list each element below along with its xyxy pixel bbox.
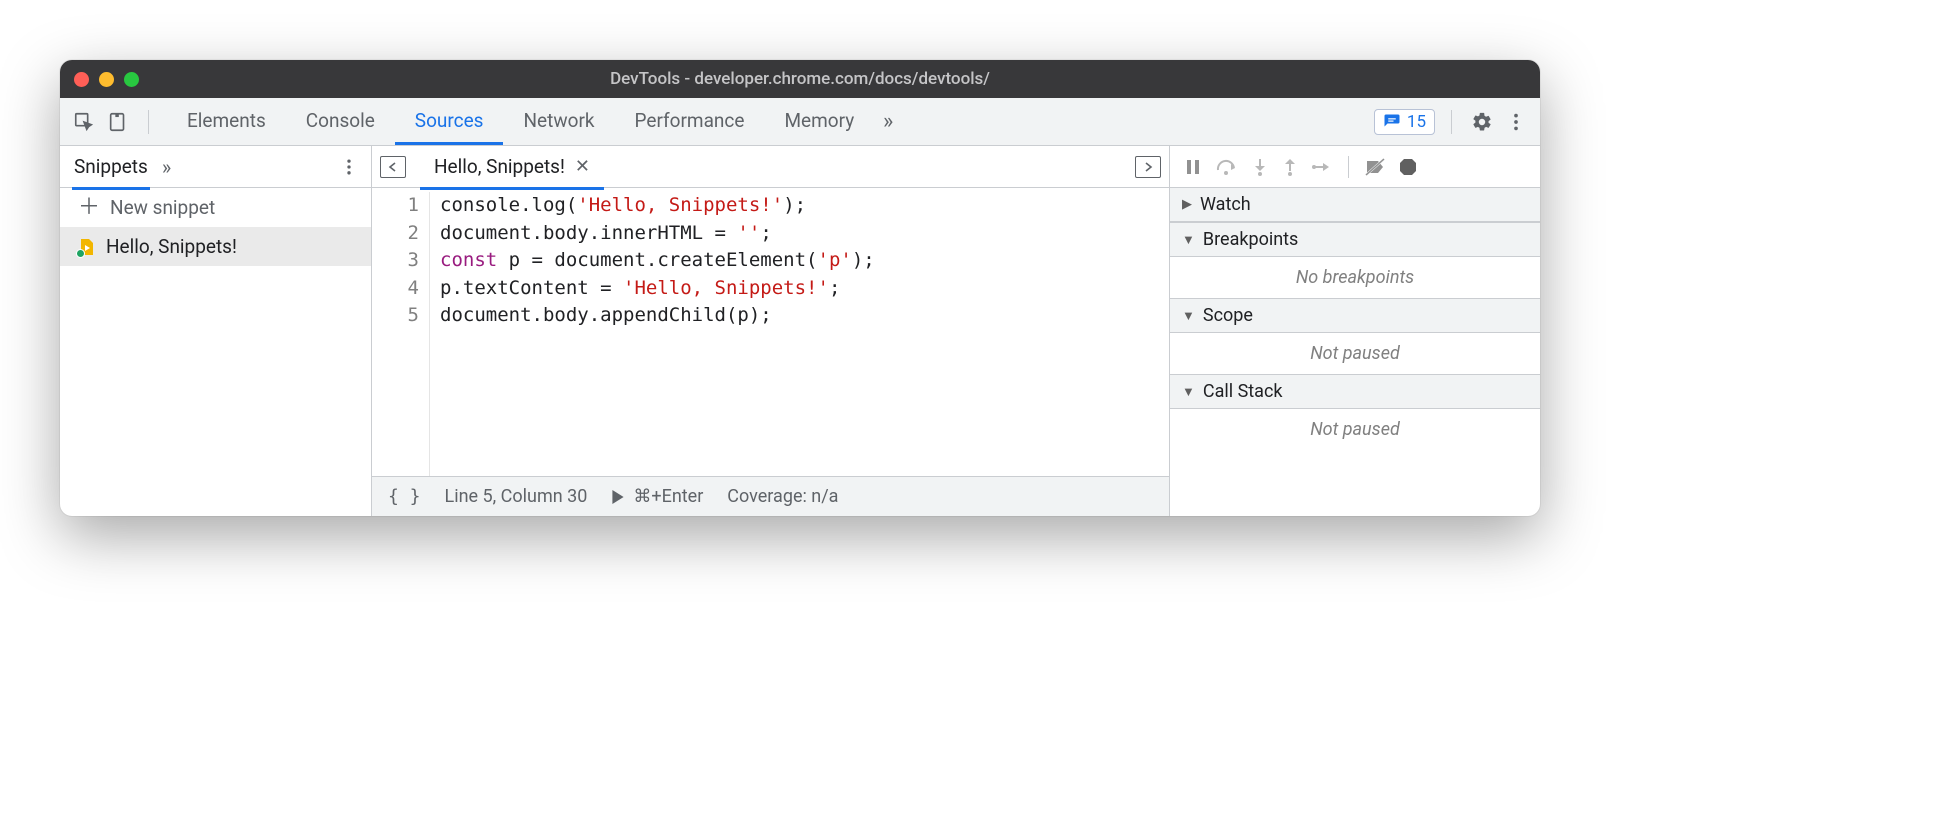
debugger-pane: ▶ Watch ▼ Breakpoints No breakpoints ▼ Scope No…: [1170, 146, 1540, 516]
window-title: DevTools - developer.chrome.com/docs/dev…: [60, 69, 1540, 89]
nav-prev-icon[interactable]: [380, 156, 406, 178]
titlebar: DevTools - developer.chrome.com/docs/dev…: [60, 60, 1540, 98]
plus-icon: ＋: [78, 197, 100, 219]
sidebar-kebab-icon[interactable]: [339, 157, 359, 177]
debugger-section-breakpoints[interactable]: ▼ Breakpoints: [1170, 222, 1540, 257]
close-window-button[interactable]: [74, 72, 89, 87]
editor-pane: Hello, Snippets! ✕ 12345 console.log('He…: [372, 146, 1170, 516]
section-label: Call Stack: [1203, 381, 1283, 402]
issues-icon: [1383, 113, 1401, 131]
minimize-window-button[interactable]: [99, 72, 114, 87]
section-body: Not paused: [1170, 333, 1540, 374]
format-code-icon[interactable]: { }: [388, 486, 421, 507]
panel-tab-sources[interactable]: Sources: [395, 98, 504, 145]
snippet-item[interactable]: Hello, Snippets!: [60, 227, 371, 266]
panel-tab-memory[interactable]: Memory: [764, 98, 874, 145]
editor-tabbar: Hello, Snippets! ✕: [372, 146, 1169, 188]
settings-icon[interactable]: [1468, 108, 1496, 136]
editor-file-tab[interactable]: Hello, Snippets! ✕: [420, 155, 604, 190]
run-snippet-button[interactable]: ⌘+Enter: [611, 486, 703, 507]
editor-statusbar: { } Line 5, Column 30 ⌘+Enter Coverage: …: [372, 476, 1169, 516]
issues-badge[interactable]: 15: [1374, 109, 1435, 135]
snippet-item-label: Hello, Snippets!: [106, 235, 237, 258]
panel-tab-elements[interactable]: Elements: [167, 98, 286, 145]
inspect-element-icon[interactable]: [70, 108, 98, 136]
snippets-tab[interactable]: Snippets: [72, 155, 150, 190]
cursor-position: Line 5, Column 30: [445, 486, 588, 507]
line-gutter: 12345: [372, 192, 430, 476]
code-content: console.log('Hello, Snippets!');document…: [430, 192, 875, 476]
devtools-window: DevTools - developer.chrome.com/docs/dev…: [60, 60, 1540, 516]
section-label: Scope: [1203, 305, 1253, 326]
triangle-down-icon: ▼: [1182, 308, 1195, 324]
main-toolbar: ElementsConsoleSourcesNetworkPerformance…: [60, 98, 1540, 146]
more-sidebar-tabs-icon[interactable]: »: [162, 155, 171, 179]
device-toolbar-icon[interactable]: [104, 108, 132, 136]
toolbar-divider: [148, 110, 149, 134]
step-out-icon[interactable]: [1282, 158, 1298, 176]
maximize-window-button[interactable]: [124, 72, 139, 87]
editor-tab-label: Hello, Snippets!: [434, 155, 565, 178]
new-snippet-label: New snippet: [110, 196, 215, 219]
triangle-down-icon: ▼: [1182, 384, 1195, 400]
sidebar-header: Snippets »: [60, 146, 371, 188]
panel-tabs: ElementsConsoleSourcesNetworkPerformance…: [167, 98, 874, 145]
code-editor[interactable]: 12345 console.log('Hello, Snippets!');do…: [372, 188, 1169, 476]
coverage-status: Coverage: n/a: [727, 486, 838, 507]
step-over-icon[interactable]: [1216, 158, 1238, 176]
step-into-icon[interactable]: [1252, 158, 1268, 176]
play-icon: [611, 490, 625, 504]
debugger-toolbar: [1170, 146, 1540, 188]
section-body: No breakpoints: [1170, 257, 1540, 298]
more-tabs-icon[interactable]: »: [874, 108, 902, 136]
panel-tab-network[interactable]: Network: [503, 98, 614, 145]
debugger-section-watch[interactable]: ▶ Watch: [1170, 188, 1540, 222]
debugger-section-call-stack[interactable]: ▼ Call Stack: [1170, 374, 1540, 409]
toolbar-divider: [1451, 110, 1452, 134]
debugger-section-scope[interactable]: ▼ Scope: [1170, 298, 1540, 333]
pause-icon[interactable]: [1184, 158, 1202, 176]
triangle-down-icon: ▼: [1182, 232, 1195, 248]
panel-tab-performance[interactable]: Performance: [615, 98, 765, 145]
section-label: Breakpoints: [1203, 229, 1298, 250]
panel-tab-console[interactable]: Console: [286, 98, 395, 145]
section-label: Watch: [1200, 194, 1251, 215]
step-icon[interactable]: [1312, 160, 1332, 174]
run-shortcut-label: ⌘+Enter: [633, 486, 703, 507]
snippets-list: ＋ New snippet Hello, Snippets!: [60, 188, 371, 516]
navigator-sidebar: Snippets » ＋ New snippet Hello, Snippets…: [60, 146, 372, 516]
main-area: Snippets » ＋ New snippet Hello, Snippets…: [60, 146, 1540, 516]
snippet-file-icon: [78, 238, 96, 256]
section-body: Not paused: [1170, 409, 1540, 450]
nav-next-icon[interactable]: [1135, 156, 1161, 178]
issues-count: 15: [1407, 112, 1426, 132]
new-snippet-button[interactable]: ＋ New snippet: [60, 188, 371, 227]
pause-on-exceptions-icon[interactable]: [1399, 158, 1417, 176]
debugger-divider: [1348, 156, 1349, 178]
close-tab-icon[interactable]: ✕: [575, 156, 590, 177]
kebab-menu-icon[interactable]: [1502, 108, 1530, 136]
traffic-lights: [74, 72, 139, 87]
triangle-right-icon: ▶: [1182, 197, 1192, 212]
deactivate-breakpoints-icon[interactable]: [1365, 158, 1385, 176]
